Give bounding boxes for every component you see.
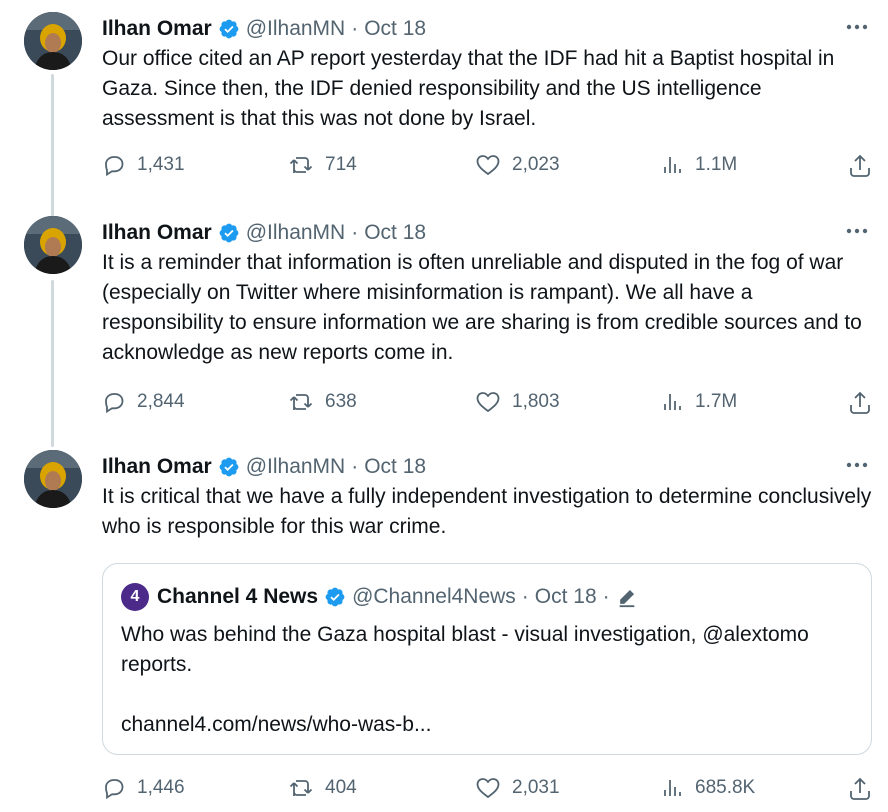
author-name[interactable]: Ilhan Omar [102, 455, 212, 479]
edited-pencil-icon[interactable] [616, 586, 638, 608]
verified-badge-icon [218, 222, 240, 244]
view-count: 1.1M [695, 154, 738, 175]
reply-icon [105, 779, 124, 800]
retweet-button[interactable]: 714 [288, 153, 357, 177]
like-count: 2,023 [512, 154, 560, 175]
like-button[interactable]: 1,803 [475, 390, 560, 414]
retweet-icon [289, 394, 313, 410]
verified-badge-icon [324, 586, 346, 608]
separator-dot: · [521, 585, 529, 608]
views-icon [664, 780, 681, 796]
view-count: 1.7M [695, 391, 738, 412]
heart-icon [476, 155, 500, 176]
tweet-text: Our office cited an AP report yesterday … [102, 47, 835, 130]
reply-button[interactable]: 1,446 [102, 776, 185, 800]
reply-icon [105, 393, 124, 414]
author-handle[interactable]: @IlhanMN [246, 455, 346, 479]
quoted-tweet-link[interactable]: channel4.com/news/who-was-b... [121, 710, 431, 740]
like-count: 2,031 [512, 777, 560, 798]
retweet-button[interactable]: 638 [288, 390, 357, 414]
retweet-count: 714 [325, 154, 357, 175]
verified-badge-icon [218, 18, 240, 40]
tweet[interactable]: Ilhan Omar @IlhanMN · Oct 18 Our office … [0, 12, 888, 194]
quoted-author-handle[interactable]: @Channel4News [352, 585, 516, 609]
tweet-date[interactable]: Oct 18 [364, 17, 426, 41]
avatar[interactable] [24, 216, 82, 274]
reply-icon [105, 156, 124, 177]
tweet-date[interactable]: Oct 18 [364, 455, 426, 479]
author-handle[interactable]: @IlhanMN [246, 17, 346, 41]
views-icon [664, 394, 681, 410]
avatar-image [24, 12, 82, 70]
quoted-tweet-date[interactable]: Oct 18 [535, 585, 597, 609]
retweet-icon [289, 780, 313, 796]
separator-dot: · [351, 17, 359, 40]
avatar[interactable] [24, 12, 82, 70]
retweet-count: 404 [325, 777, 357, 798]
share-icon[interactable] [848, 776, 872, 807]
views-icon [664, 157, 681, 173]
quoted-author-name[interactable]: Channel 4 News [157, 585, 318, 609]
quoted-tweet-text: Who was behind the Gaza hospital blast -… [121, 623, 809, 676]
reply-button[interactable]: 1,431 [102, 153, 185, 177]
tweet-actions: 1,431 714 2,023 1.1M [102, 153, 872, 181]
heart-icon [476, 392, 500, 413]
separator-dot: · [351, 221, 359, 244]
reply-count: 1,446 [137, 777, 185, 798]
heart-icon [476, 778, 500, 799]
views-button[interactable]: 1.1M [662, 153, 737, 177]
avatar-image [24, 216, 82, 274]
like-count: 1,803 [512, 391, 560, 412]
verified-badge-icon [218, 456, 240, 478]
views-button[interactable]: 685.8K [662, 776, 755, 800]
share-icon[interactable] [848, 153, 872, 184]
retweet-count: 638 [325, 391, 357, 412]
tweet-date[interactable]: Oct 18 [364, 221, 426, 245]
more-icon[interactable] [844, 454, 870, 478]
like-button[interactable]: 2,031 [475, 776, 560, 800]
reply-count: 1,431 [137, 154, 185, 175]
view-count: 685.8K [695, 777, 756, 798]
retweet-icon [289, 157, 313, 173]
reply-button[interactable]: 2,844 [102, 390, 185, 414]
tweet-actions: 2,844 638 1,803 1.7M [102, 390, 872, 418]
tweet-actions: 1,446 404 2,031 685.8K [102, 776, 872, 804]
author-handle[interactable]: @IlhanMN [246, 221, 346, 245]
separator-dot: · [351, 455, 359, 478]
author-name[interactable]: Ilhan Omar [102, 221, 212, 245]
like-button[interactable]: 2,023 [475, 153, 560, 177]
tweet-text: It is a reminder that information is oft… [102, 251, 862, 364]
views-button[interactable]: 1.7M [662, 390, 737, 414]
tweet-text: It is critical that we have a fully inde… [102, 485, 872, 538]
author-name[interactable]: Ilhan Omar [102, 17, 212, 41]
avatar[interactable] [24, 450, 82, 508]
quoted-tweet-card[interactable]: 4 Channel 4 News @Channel4News · Oct 18 … [102, 563, 872, 755]
separator-dot: · [602, 585, 610, 608]
more-icon[interactable] [844, 16, 870, 40]
reply-count: 2,844 [137, 391, 185, 412]
share-icon[interactable] [848, 390, 872, 421]
channel4-logo[interactable]: 4 [121, 583, 149, 611]
avatar-image [24, 450, 82, 508]
tweet[interactable]: Ilhan Omar @IlhanMN · Oct 18 It is a rem… [0, 216, 888, 428]
retweet-button[interactable]: 404 [288, 776, 357, 800]
more-icon[interactable] [844, 220, 870, 244]
